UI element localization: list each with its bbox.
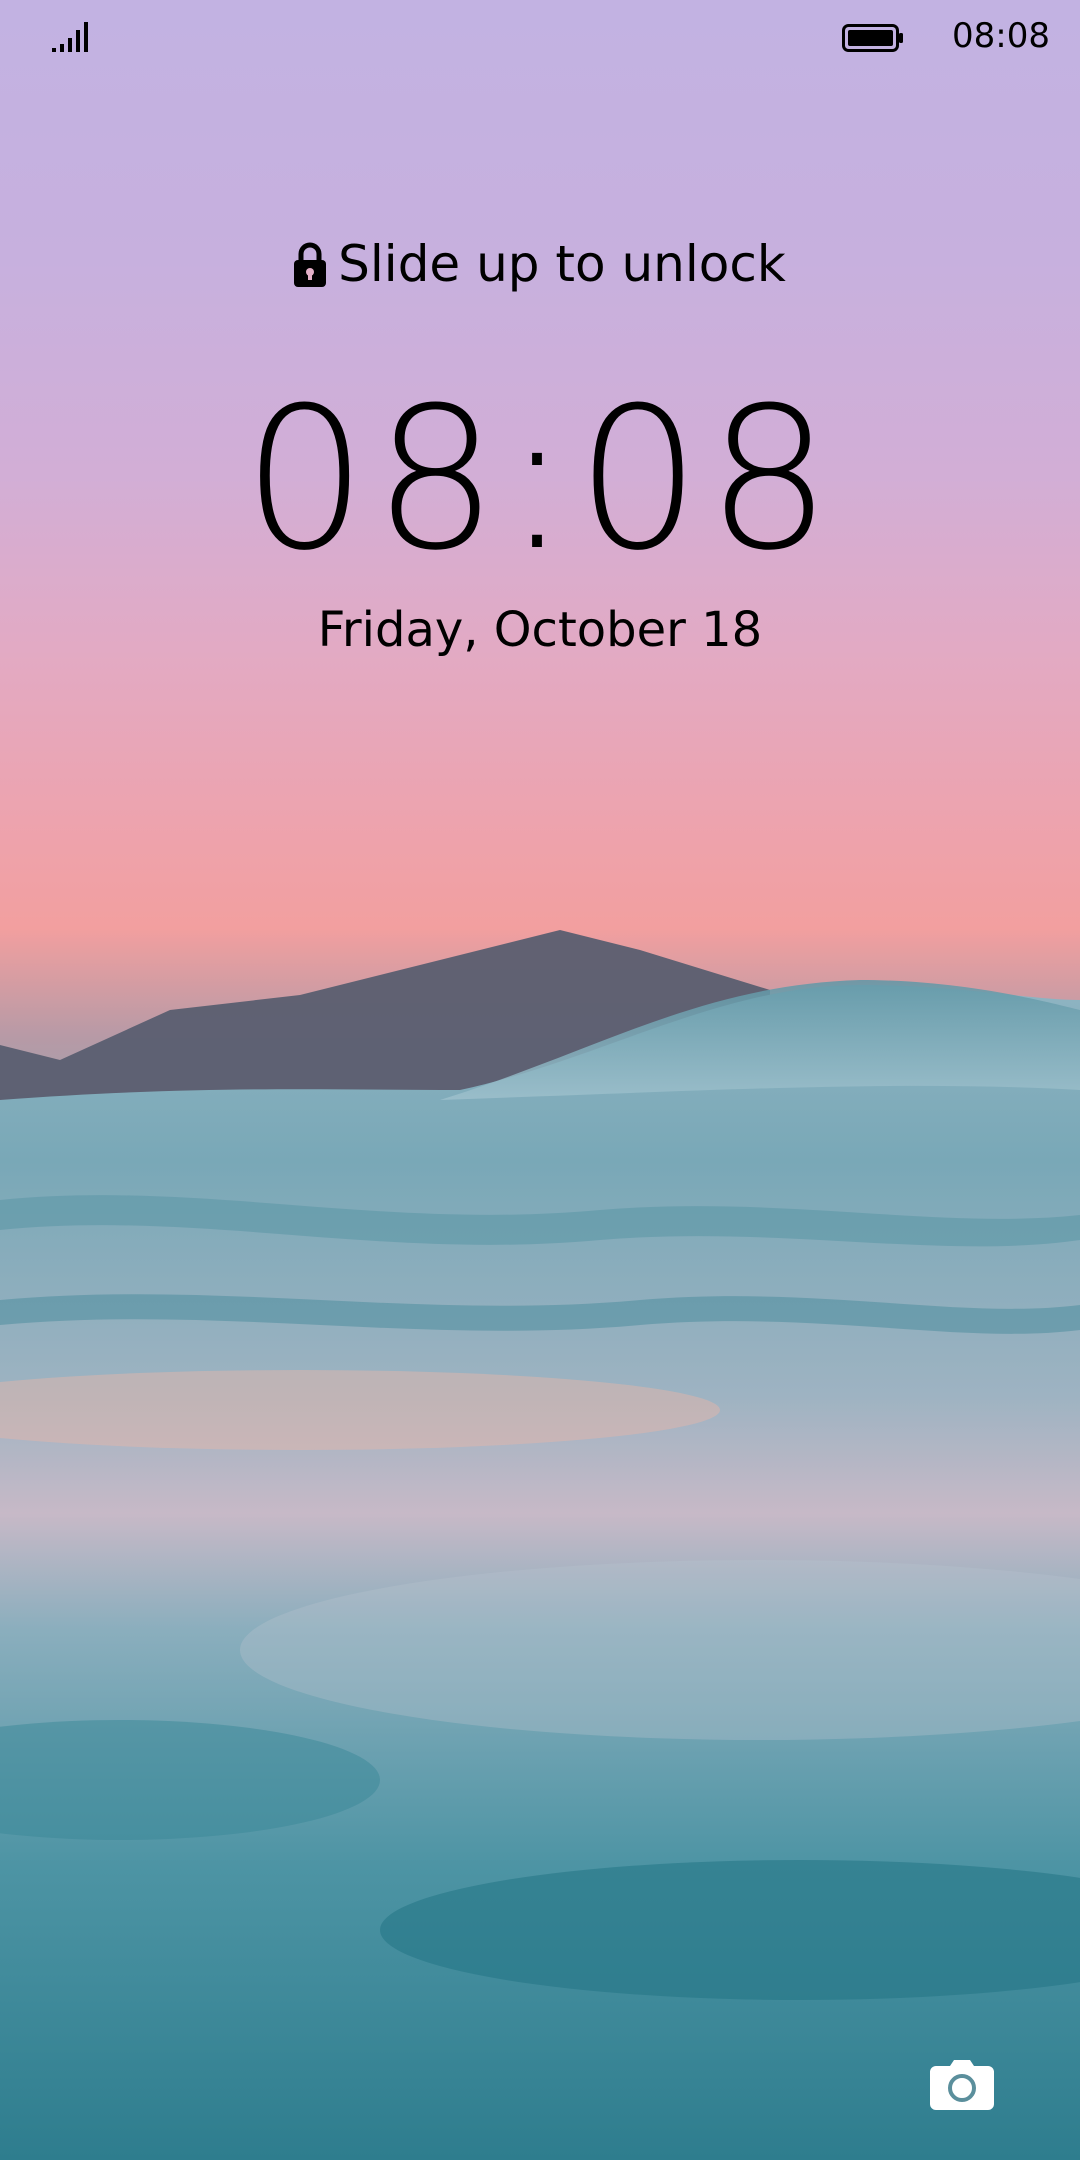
lock-screen-date: Friday, October 18 — [317, 602, 763, 658]
status-bar-time: 08:08 — [952, 16, 1050, 56]
signal-strength-icon — [52, 22, 88, 52]
camera-icon[interactable] — [930, 2060, 994, 2110]
lock-icon — [294, 242, 327, 287]
lock-screen-clock: 08:08 — [242, 366, 838, 594]
lock-screen[interactable]: 08:08 Slide up to unlock 08:08 Friday, O… — [0, 0, 1080, 2160]
battery-full-icon — [842, 24, 903, 52]
wallpaper-image — [0, 930, 1080, 2160]
status-bar: 08:08 — [0, 0, 1080, 72]
unlock-hint-text: Slide up to unlock — [338, 235, 786, 293]
unlock-hint: Slide up to unlock — [0, 232, 1080, 296]
